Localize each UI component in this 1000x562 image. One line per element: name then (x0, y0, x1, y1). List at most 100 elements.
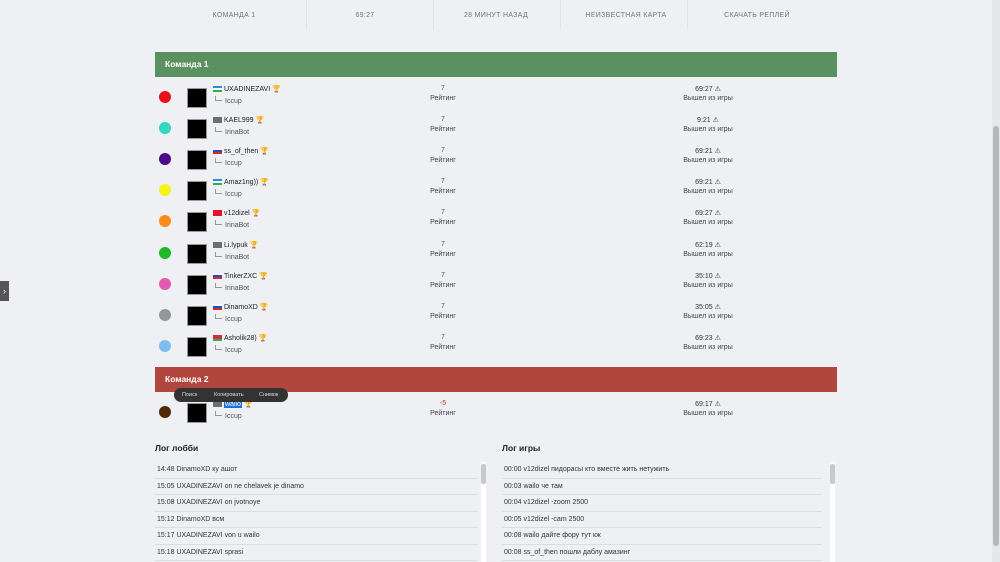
leave-time-text: 35:05 (695, 303, 713, 311)
country-flag-icon (213, 179, 222, 186)
rating-value: 7 (441, 178, 445, 186)
player-row[interactable]: DinamoXD 🏆 Iccup 7 Рейтинг 35:05 ⚠ Вышел из игр… (155, 301, 837, 332)
tree-connector-icon (215, 189, 222, 195)
player-name[interactable]: ss_of_then 🏆 (224, 147, 269, 155)
warning-icon: ⚠ (714, 86, 721, 93)
context-copy-item[interactable]: Копировать (214, 392, 244, 398)
player-name-text[interactable]: Asholik28) (224, 335, 257, 342)
rating-label: Рейтинг (430, 219, 456, 227)
player-name[interactable]: Amaz1ng)) 🏆 (224, 178, 269, 186)
player-name-text[interactable]: Li.lypuk (224, 242, 248, 249)
player-color-dot (159, 91, 171, 103)
log-line: 00:04 v12dizel -zoom 2500 (502, 495, 822, 512)
game-log[interactable]: 00:00 v12dizel пидорасы кто вместе жить … (502, 462, 822, 562)
lobby-log[interactable]: 14:48 DinamoXD ку ашот 15:05 UXADINEZAVI … (155, 462, 477, 562)
leave-time-text: 62:19 (695, 241, 713, 249)
player-status: Вышел из игры (683, 126, 733, 134)
player-color-dot (159, 153, 171, 166)
player-color-dot (159, 308, 171, 321)
lobby-source: Iccup (215, 189, 242, 198)
player-row[interactable]: UXADINEZAVI 🏆 Iccup 7 Рейтинг 69:27 ⚠ Вышел из … (155, 83, 837, 114)
player-name[interactable]: TinkerZXC 🏆 (224, 272, 268, 280)
trophy-icon: 🏆 (260, 148, 269, 156)
warning-icon: ⚠ (714, 148, 721, 156)
warning-icon: ⚠ (714, 210, 721, 218)
map-name: НЕИЗВЕСТНАЯ КАРТА (585, 12, 667, 19)
log-line: 00:08 wailo дайте фору тут кж (502, 528, 822, 545)
player-name[interactable]: Asholik28) 🏆 (224, 334, 267, 342)
trophy-icon: 🏆 (243, 401, 253, 408)
sidebar-expand-chevron-icon[interactable]: › (0, 281, 9, 301)
warning-icon: ⚠ (714, 334, 721, 342)
rating-value: 7 (441, 116, 445, 124)
tree-connector-icon (215, 411, 222, 416)
player-row[interactable]: ss_of_then 🏆 Iccup 7 Рейтинг 69:21 ⚠ Вышел из и… (155, 145, 837, 176)
player-name-text[interactable]: TinkerZXC (224, 273, 257, 280)
player-row[interactable]: Asholik28) 🏆 Iccup 7 Рейтинг 69:23 ⚠ Вышел из и… (155, 332, 837, 363)
tree-connector-icon (215, 127, 222, 133)
log-line: 00:08 ss_of_then пошли даблу амазинг (502, 545, 822, 561)
download-replay-link[interactable]: СКАЧАТЬ РЕПЛЕЙ (724, 12, 790, 19)
player-color-dot (159, 246, 171, 259)
divider (306, 0, 307, 30)
player-row[interactable]: wailo 🏆 Iccup -5 Рейтинг 69:17 ⚠ Вышел из игры (155, 398, 837, 429)
player-name[interactable]: Li.lypuk 🏆 (224, 241, 258, 249)
tree-connector-icon (215, 220, 222, 226)
player-name[interactable]: KAEL999 🏆 (224, 116, 264, 124)
player-name-text[interactable]: Amaz1ng)) (224, 179, 258, 186)
trophy-icon: 🏆 (272, 86, 281, 93)
leave-time: 69:17 ⚠ (671, 400, 745, 408)
player-row[interactable]: Li.lypuk 🏆 IrinaBot 7 Рейтинг 62:19 ⚠ Вышел из … (155, 239, 837, 270)
lobby-source-text: Iccup (225, 98, 242, 105)
scroll-thumb[interactable] (830, 464, 835, 484)
context-snapshot-item[interactable]: Снимок (259, 392, 278, 398)
lobby-source: IrinaBot (215, 282, 249, 292)
player-status: Вышел из игры (683, 250, 733, 258)
team1-header: Команда 1 (155, 52, 837, 77)
leave-time: 62:19 ⚠ (671, 241, 745, 249)
player-name-text[interactable]: KAEL999 (224, 117, 254, 124)
hero-portrait (187, 403, 207, 423)
lobby-source-text: IrinaBot (225, 222, 250, 230)
player-name[interactable]: v12dizel 🏆 (224, 209, 260, 217)
game-log-scrollbar[interactable] (830, 462, 835, 562)
leave-time: 69:21 ⚠ (671, 178, 745, 186)
player-name-text[interactable]: ss_of_then (224, 148, 258, 155)
player-status: Вышел из игры (683, 343, 733, 351)
player-row[interactable]: Amaz1ng)) 🏆 Iccup 7 Рейтинг 69:21 ⚠ Вышел из иг… (155, 176, 837, 207)
player-name-text[interactable]: UXADINEZAVI (224, 86, 270, 93)
scroll-thumb[interactable] (481, 464, 486, 484)
page-scroll-thumb[interactable] (993, 126, 999, 546)
lobby-log-scrollbar[interactable] (481, 462, 486, 562)
leave-time-text: 69:21 (695, 179, 713, 187)
context-search-item[interactable]: Поиск (182, 392, 197, 398)
lobby-source-text: Iccup (225, 160, 242, 168)
lobby-source-text: IrinaBot (225, 129, 250, 137)
hero-portrait (187, 274, 207, 295)
leave-time-text: 69:27 (695, 210, 713, 218)
country-flag-icon (213, 272, 222, 279)
lobby-source-text: IrinaBot (225, 253, 250, 261)
lobby-source: Iccup (215, 313, 242, 323)
log-line: 15:18 UXADINEZAVI sprasi (155, 545, 477, 561)
player-row[interactable]: v12dizel 🏆 IrinaBot 7 Рейтинг 69:27 ⚠ Вышел из … (155, 207, 837, 238)
lobby-source: Iccup (215, 411, 242, 420)
tree-connector-icon (215, 344, 222, 350)
player-name[interactable]: DinamoXD 🏆 (224, 303, 269, 311)
player-name-text[interactable]: v12dizel (224, 210, 250, 217)
player-name-text[interactable]: wailo (224, 401, 242, 408)
log-line: 15:08 UXADINEZAVI on jvotnoye (155, 495, 477, 512)
leave-time: 35:05 ⚠ (671, 303, 745, 311)
rating-value: 7 (441, 147, 445, 155)
player-name-text[interactable]: DinamoXD (224, 304, 258, 311)
trophy-icon: 🏆 (251, 210, 261, 218)
player-row[interactable]: KAEL999 🏆 IrinaBot 7 Рейтинг 9:21 ⚠ Вышел из иг… (155, 114, 837, 145)
rating-label: Рейтинг (430, 343, 456, 351)
rating-value: 7 (441, 240, 445, 248)
player-status: Вышел из игры (683, 281, 733, 289)
hero-portrait (187, 212, 207, 233)
winner-team: КОМАНДА 1 (212, 12, 256, 19)
hero-portrait (187, 88, 207, 108)
player-row[interactable]: TinkerZXC 🏆 IrinaBot 7 Рейтинг 35:10 ⚠ Вышел из… (155, 270, 837, 301)
player-name[interactable]: UXADINEZAVI 🏆 (224, 85, 281, 93)
